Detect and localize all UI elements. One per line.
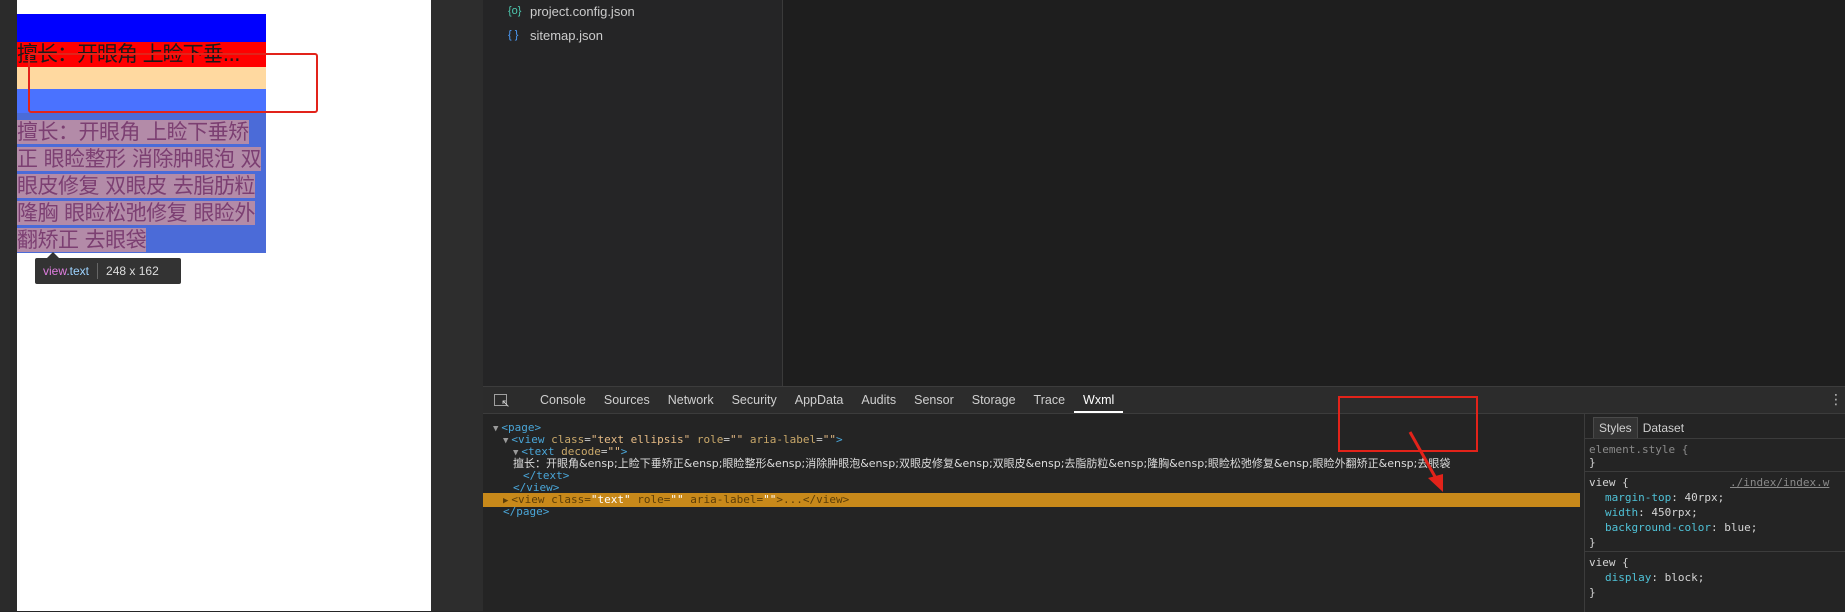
element-style-rule[interactable]: element.style { — [1589, 442, 1688, 457]
element-tooltip: view.text 248 x 162 — [35, 258, 181, 284]
file-label: project.config.json — [530, 3, 635, 19]
file-item-project-config[interactable]: {o} project.config.json — [508, 0, 635, 22]
rule-divider — [1585, 471, 1845, 472]
tab-styles[interactable]: Styles — [1593, 417, 1638, 438]
tree-node-page-close: </page> — [503, 505, 550, 518]
tab-storage[interactable]: Storage — [963, 387, 1025, 413]
more-menu-icon[interactable]: ⋮ — [1829, 391, 1843, 408]
prop-margin-top[interactable]: margin-top: 40rpx; — [1605, 490, 1724, 505]
rule1-close: } — [1589, 536, 1596, 549]
panel-gap — [431, 0, 483, 611]
tooltip-selector: view.text — [43, 264, 90, 278]
blue-view-block — [17, 14, 266, 42]
tab-audits[interactable]: Audits — [852, 387, 905, 413]
rule2-close: } — [1589, 586, 1596, 599]
tree-node-view-text-selected[interactable]: ▶ <view class="text" role="" aria-label="… — [483, 493, 1580, 507]
config-file-icon: {o} — [508, 5, 522, 17]
prop-background-color[interactable]: background-color: blue; — [1605, 520, 1757, 535]
left-gutter — [0, 0, 17, 611]
tab-sources[interactable]: Sources — [595, 387, 659, 413]
file-label: sitemap.json — [530, 27, 603, 43]
tooltip-size: 248 x 162 — [106, 264, 159, 278]
tab-dataset[interactable]: Dataset — [1638, 418, 1689, 438]
tab-wxml[interactable]: Wxml — [1074, 387, 1124, 413]
json-file-icon: { } — [508, 29, 519, 41]
expand-triangle-icon[interactable]: ▼ — [493, 424, 498, 434]
selected-text-view[interactable]: 擅长：开眼角 上睑下垂矫正 眼睑整形 消除肿眼泡 双眼皮修复 双眼皮 去脂肪粒 … — [17, 113, 266, 253]
tab-sensor[interactable]: Sensor — [905, 387, 963, 413]
tree-text-content[interactable]: 擅长：开眼角&ensp;上睑下垂矫正&ensp;眼睑整形&ensp;消除肿眼泡&… — [513, 457, 1450, 471]
rule1-selector[interactable]: view { — [1589, 475, 1629, 490]
styles-pane: Styles Dataset element.style { } view { … — [1584, 414, 1845, 612]
tab-console[interactable]: Console — [531, 387, 595, 413]
rule1-source-link[interactable]: ./index/index.w — [1730, 475, 1829, 490]
tab-appdata[interactable]: AppData — [786, 387, 853, 413]
annotation-box-ellipsis — [28, 53, 318, 113]
devtools-tab-bar: ↖ Console Sources Network Security AppDa… — [483, 387, 1845, 414]
tooltip-separator — [97, 263, 99, 279]
prop-display[interactable]: display: block; — [1605, 570, 1704, 585]
annotation-box-styles — [1338, 396, 1478, 452]
tab-trace[interactable]: Trace — [1025, 387, 1075, 413]
element-style-close: } — [1589, 456, 1596, 469]
editor-area — [783, 0, 1845, 386]
expand-triangle-icon[interactable]: ▼ — [503, 436, 508, 446]
file-item-sitemap[interactable]: { } sitemap.json — [508, 24, 603, 46]
prop-width[interactable]: width: 450rpx; — [1605, 505, 1698, 520]
full-text-span: 擅长：开眼角 上睑下垂矫正 眼睑整形 消除肿眼泡 双眼皮修复 双眼皮 去脂肪粒 … — [17, 120, 262, 252]
devtools-panel: ↖ Console Sources Network Security AppDa… — [483, 386, 1845, 612]
tab-security[interactable]: Security — [723, 387, 786, 413]
file-tree: {o} project.config.json { } sitemap.json — [483, 0, 783, 386]
full-text-content: 擅长：开眼角 上睑下垂矫正 眼睑整形 消除肿眼泡 双眼皮修复 双眼皮 去脂肪粒 … — [17, 113, 266, 254]
styles-tab-bar: Styles Dataset — [1585, 414, 1845, 439]
rule-divider — [1585, 551, 1845, 552]
simulator-viewport: 擅长：开眼角 上睑下垂... 擅长：开眼角 上睑下垂矫正 眼睑整形 消除肿眼泡 … — [17, 0, 431, 611]
inspect-element-icon[interactable]: ↖ — [491, 390, 513, 410]
tab-network[interactable]: Network — [659, 387, 723, 413]
rule2-selector[interactable]: view { — [1589, 555, 1629, 570]
